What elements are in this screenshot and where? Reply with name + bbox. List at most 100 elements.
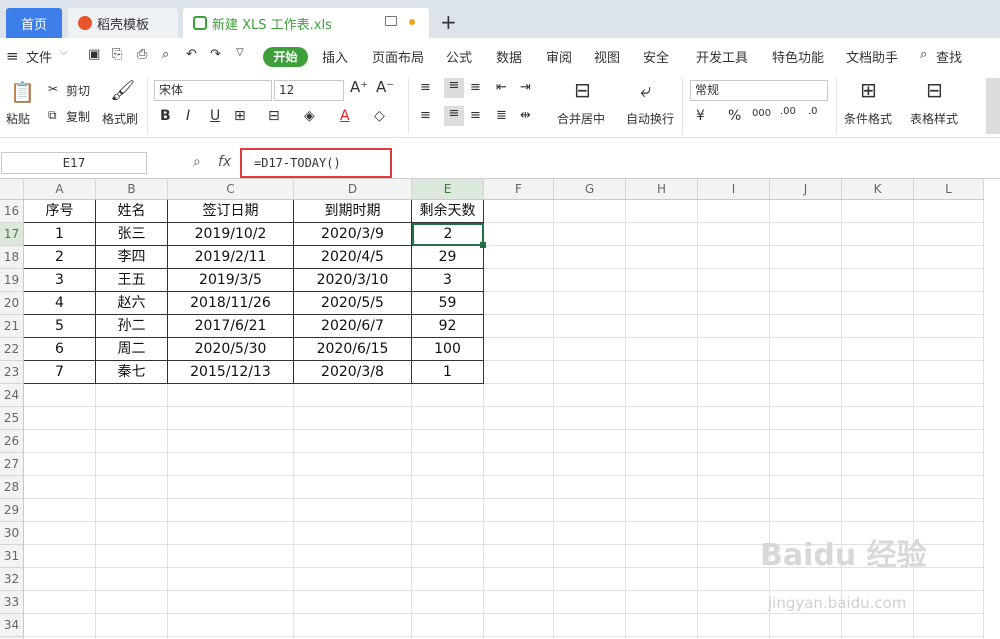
name-box[interactable]: E17 bbox=[1, 152, 147, 174]
copy-button[interactable]: 复制 bbox=[66, 108, 90, 125]
active-cell[interactable]: 2 bbox=[412, 223, 484, 246]
format-painter-icon[interactable]: 🖌 bbox=[110, 78, 135, 102]
zoom-icon[interactable]: ⌕ bbox=[193, 154, 201, 170]
grid-cell[interactable] bbox=[24, 453, 96, 476]
grid-cell[interactable] bbox=[96, 430, 168, 453]
grid-cell[interactable]: 7 bbox=[24, 361, 96, 384]
grid-cell[interactable] bbox=[412, 545, 484, 568]
grid-cell[interactable] bbox=[626, 338, 698, 361]
column-header[interactable]: A bbox=[24, 179, 96, 200]
grid-cell[interactable] bbox=[168, 430, 294, 453]
conditional-format-button[interactable]: 条件格式 bbox=[844, 110, 892, 127]
grid-cell[interactable] bbox=[24, 384, 96, 407]
grid-cell[interactable]: 2019/2/11 bbox=[168, 246, 294, 269]
grid-cell[interactable] bbox=[626, 430, 698, 453]
search-icon[interactable]: ⌕ bbox=[920, 47, 927, 62]
grid-cell[interactable] bbox=[168, 384, 294, 407]
grid-cell[interactable] bbox=[914, 430, 984, 453]
row-header[interactable]: 18 bbox=[0, 246, 24, 269]
grid-cell[interactable] bbox=[626, 315, 698, 338]
grid-cell[interactable] bbox=[914, 246, 984, 269]
align-middle-icon[interactable]: ≡ bbox=[444, 78, 464, 98]
grid-cell[interactable] bbox=[168, 407, 294, 430]
grid-cell[interactable] bbox=[96, 545, 168, 568]
grid-cell[interactable] bbox=[698, 614, 770, 637]
grid-cell[interactable] bbox=[484, 568, 554, 591]
grid-cell[interactable] bbox=[294, 545, 412, 568]
paste-button[interactable]: 粘贴 bbox=[6, 110, 30, 127]
tab-home[interactable]: 首页 bbox=[6, 8, 62, 38]
print-preview-icon[interactable]: ⌕ bbox=[162, 47, 169, 62]
font-size-select[interactable]: 12 bbox=[274, 80, 344, 101]
grid-cell[interactable] bbox=[554, 338, 626, 361]
row-header[interactable]: 25 bbox=[0, 407, 24, 430]
row-header[interactable]: 16 bbox=[0, 200, 24, 223]
grid-cell[interactable] bbox=[698, 361, 770, 384]
export-icon[interactable]: ⎘ bbox=[112, 47, 122, 62]
menu-home-active[interactable]: 开始 bbox=[263, 47, 308, 67]
grid-cell[interactable]: 100 bbox=[412, 338, 484, 361]
grid-cell[interactable] bbox=[914, 338, 984, 361]
grid-cell[interactable] bbox=[554, 407, 626, 430]
grid-cell[interactable] bbox=[24, 430, 96, 453]
grid-cell[interactable] bbox=[698, 591, 770, 614]
grid-cell[interactable]: 1 bbox=[412, 361, 484, 384]
grid-cell[interactable] bbox=[96, 614, 168, 637]
row-header[interactable]: 17 bbox=[0, 223, 24, 246]
grid-cell[interactable] bbox=[96, 522, 168, 545]
grid-cell[interactable] bbox=[770, 614, 842, 637]
menu-page-layout[interactable]: 页面布局 bbox=[372, 47, 424, 66]
grid-cell[interactable] bbox=[842, 292, 914, 315]
increase-decimal-icon[interactable]: .00 bbox=[780, 106, 796, 117]
menu-search[interactable]: 查找 bbox=[936, 47, 962, 66]
align-left-icon[interactable]: ≡ bbox=[420, 108, 431, 123]
grid-cell[interactable] bbox=[698, 407, 770, 430]
grid-cell[interactable] bbox=[842, 384, 914, 407]
grid-cell[interactable] bbox=[168, 614, 294, 637]
grid-cell[interactable] bbox=[626, 545, 698, 568]
grid-cell[interactable] bbox=[626, 591, 698, 614]
row-header[interactable]: 21 bbox=[0, 315, 24, 338]
grid-cell[interactable] bbox=[412, 430, 484, 453]
row-header[interactable]: 27 bbox=[0, 453, 24, 476]
grid-cell[interactable] bbox=[842, 499, 914, 522]
grid-cell[interactable] bbox=[770, 430, 842, 453]
cell-style-icon[interactable]: ⊟ bbox=[268, 108, 280, 124]
grid-cell[interactable] bbox=[168, 476, 294, 499]
grid-cell[interactable]: 1 bbox=[24, 223, 96, 246]
grid-cell[interactable]: 张三 bbox=[96, 223, 168, 246]
grid-cell[interactable] bbox=[484, 223, 554, 246]
indent-increase-icon[interactable]: ⇥ bbox=[520, 80, 531, 95]
grid-cell[interactable] bbox=[24, 407, 96, 430]
grid-cell[interactable] bbox=[770, 476, 842, 499]
grid-cell[interactable] bbox=[96, 499, 168, 522]
grid-cell[interactable] bbox=[698, 499, 770, 522]
grid-cell[interactable] bbox=[914, 453, 984, 476]
grid-cell[interactable]: 姓名 bbox=[96, 200, 168, 223]
grid-cell[interactable] bbox=[842, 361, 914, 384]
format-painter-button[interactable]: 格式刷 bbox=[102, 110, 138, 127]
row-header[interactable]: 33 bbox=[0, 591, 24, 614]
grid-cell[interactable] bbox=[484, 545, 554, 568]
grid-cell[interactable]: 5 bbox=[24, 315, 96, 338]
align-center-icon[interactable]: ≡ bbox=[444, 106, 464, 126]
hamburger-icon[interactable]: ≡ bbox=[6, 47, 19, 65]
grid-cell[interactable]: 2018/11/26 bbox=[168, 292, 294, 315]
grid-cell[interactable] bbox=[554, 384, 626, 407]
grid-cell[interactable] bbox=[484, 269, 554, 292]
grid-cell[interactable] bbox=[484, 246, 554, 269]
grid-cell[interactable] bbox=[770, 407, 842, 430]
grid-cell[interactable] bbox=[914, 223, 984, 246]
grid-cell[interactable] bbox=[554, 476, 626, 499]
grid-cell[interactable] bbox=[412, 591, 484, 614]
column-header[interactable]: E bbox=[412, 179, 484, 200]
grid-cell[interactable] bbox=[626, 200, 698, 223]
grid-cell[interactable]: 2020/6/7 bbox=[294, 315, 412, 338]
grid-cell[interactable]: 2015/12/13 bbox=[168, 361, 294, 384]
grid-cell[interactable] bbox=[96, 453, 168, 476]
ribbon-more-button[interactable] bbox=[986, 78, 1000, 134]
row-header[interactable]: 34 bbox=[0, 614, 24, 637]
border-icon[interactable]: ⊞ bbox=[234, 108, 246, 124]
grid-cell[interactable] bbox=[96, 407, 168, 430]
grid-cell[interactable] bbox=[770, 223, 842, 246]
